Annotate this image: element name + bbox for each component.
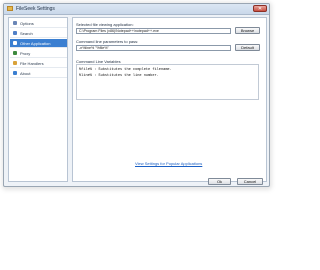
sidebar-item-label: Proxy bbox=[20, 50, 31, 56]
about-icon bbox=[13, 71, 17, 75]
sidebar-item-file-handlers[interactable]: File Handlers bbox=[10, 59, 67, 68]
close-button[interactable]: ✕ bbox=[253, 5, 267, 12]
params-input[interactable]: -n%line% "%file%" bbox=[76, 45, 231, 51]
file-handlers-icon bbox=[13, 61, 17, 65]
sidebar-item-other-application[interactable]: Other Application bbox=[10, 39, 67, 48]
sidebar-item-label: Options bbox=[20, 20, 34, 26]
search-icon bbox=[13, 31, 17, 35]
sidebar-item-label: Search bbox=[20, 30, 33, 36]
window-title: FileSeek Settings bbox=[16, 6, 55, 12]
settings-sidebar: Options Search Other Application Proxy F… bbox=[8, 17, 68, 182]
vars-line: %file% : Substitutes the complete filena… bbox=[79, 68, 172, 72]
proxy-icon bbox=[13, 51, 17, 55]
folder-icon bbox=[7, 6, 13, 11]
sidebar-item-label: File Handlers bbox=[20, 60, 44, 66]
ok-button[interactable]: Ok bbox=[208, 178, 231, 185]
title-bar[interactable]: FileSeek Settings ✕ bbox=[4, 4, 269, 15]
file-app-input[interactable]: C:\Program Files (x86)\Notepad++\notepad… bbox=[76, 28, 231, 34]
vars-line: %line% : Substitutes the line number. bbox=[79, 74, 159, 78]
vars-textarea[interactable]: %file% : Substitutes the complete filena… bbox=[76, 64, 259, 100]
settings-window: FileSeek Settings ✕ Options Search Other… bbox=[3, 3, 270, 187]
sidebar-item-about[interactable]: About bbox=[10, 69, 67, 78]
sidebar-item-proxy[interactable]: Proxy bbox=[10, 49, 67, 58]
sidebar-item-label: About bbox=[20, 70, 31, 76]
sidebar-item-options[interactable]: Options bbox=[10, 19, 67, 28]
popular-apps-link[interactable]: View Settings for Popular Applications bbox=[135, 161, 202, 166]
browse-button[interactable]: Browse bbox=[235, 27, 260, 34]
sidebar-item-search[interactable]: Search bbox=[10, 29, 67, 38]
options-icon bbox=[13, 21, 17, 25]
application-icon bbox=[13, 41, 17, 45]
sidebar-item-label: Other Application bbox=[20, 40, 51, 46]
file-app-label: Selected file viewing application: bbox=[76, 22, 134, 27]
cancel-button[interactable]: Cancel bbox=[237, 178, 263, 185]
params-label: Command line parameters to pass: bbox=[76, 39, 139, 44]
default-button[interactable]: Default bbox=[235, 44, 260, 51]
